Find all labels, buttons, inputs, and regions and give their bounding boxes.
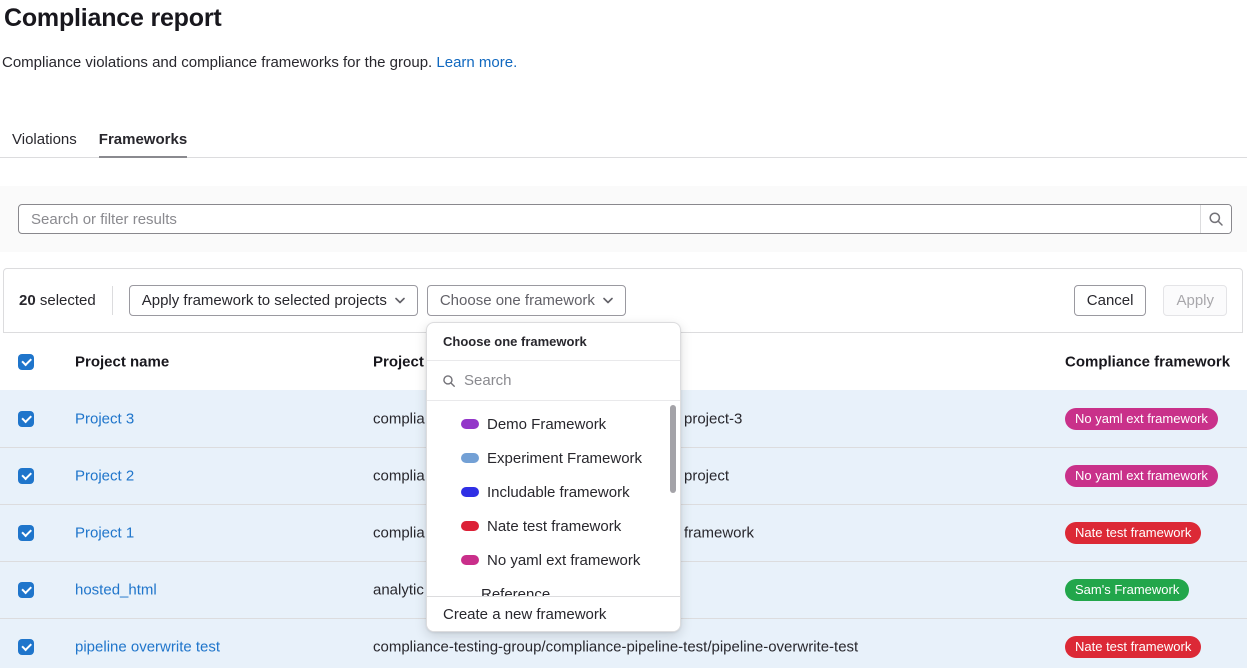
- learn-more-link[interactable]: Learn more.: [436, 54, 517, 71]
- project-path: complia: [373, 525, 425, 542]
- framework-option[interactable]: Experiment Framework: [427, 441, 680, 475]
- tab-violations[interactable]: Violations: [12, 122, 77, 158]
- framework-badge: Nate test framework: [1065, 636, 1201, 658]
- choose-framework-dropdown-panel: Choose one framework Demo Framework Expe…: [426, 322, 681, 632]
- framework-badge: Sam's Framework: [1065, 579, 1189, 601]
- framework-option-label: Nate test framework: [487, 518, 621, 535]
- framework-color-pill: [461, 487, 479, 497]
- page-title: Compliance report: [4, 4, 221, 33]
- framework-option[interactable]: Demo Framework: [427, 407, 680, 441]
- framework-search-input[interactable]: [464, 372, 665, 389]
- search-icon: [442, 374, 456, 388]
- chevron-down-icon: [603, 297, 613, 304]
- select-row-checkbox[interactable]: [18, 411, 34, 427]
- framework-list: Demo Framework Experiment Framework Incl…: [427, 401, 680, 596]
- framework-color-pill: [461, 419, 479, 429]
- cancel-button[interactable]: Cancel: [1074, 285, 1147, 316]
- project-path-end: project: [684, 468, 729, 485]
- search-icon: [1208, 211, 1224, 227]
- dropdown-header: Choose one framework: [427, 323, 680, 361]
- bulk-action-dropdown[interactable]: Apply framework to selected projects: [129, 285, 418, 316]
- select-row-checkbox[interactable]: [18, 639, 34, 655]
- framework-option-label: Experiment Framework: [487, 450, 642, 467]
- dropdown-scrollbar[interactable]: [670, 405, 676, 493]
- select-row-checkbox[interactable]: [18, 468, 34, 484]
- project-link[interactable]: Project 3: [75, 410, 134, 427]
- project-path-end: project-3: [684, 410, 742, 427]
- filter-bar: [0, 186, 1247, 252]
- framework-badge: No yaml ext framework: [1065, 465, 1218, 487]
- framework-option[interactable]: Nate test framework: [427, 509, 680, 543]
- framework-color-pill: [461, 453, 479, 463]
- report-tabs: Violations Frameworks: [0, 122, 1247, 158]
- project-link[interactable]: pipeline overwrite test: [75, 639, 220, 656]
- filter-search-group: [18, 204, 1232, 234]
- dropdown-search: [427, 361, 680, 401]
- choose-framework-dropdown-toggle[interactable]: Choose one framework: [427, 285, 626, 316]
- select-row-checkbox[interactable]: [18, 582, 34, 598]
- column-header-project-name: Project name: [75, 353, 169, 370]
- compliance-report-page: Compliance report Compliance violations …: [0, 0, 1247, 668]
- divider: [112, 286, 113, 315]
- framework-option-label: Reference: [481, 586, 550, 597]
- framework-option[interactable]: Reference: [427, 577, 680, 596]
- framework-option-label: Demo Framework: [487, 416, 606, 433]
- project-link[interactable]: Project 1: [75, 525, 134, 542]
- framework-color-pill: [461, 555, 479, 565]
- project-link[interactable]: hosted_html: [75, 582, 157, 599]
- project-link[interactable]: Project 2: [75, 468, 134, 485]
- subtitle-text: Compliance violations and compliance fra…: [2, 54, 432, 71]
- project-path: compliance-testing-group/compliance-pipe…: [373, 639, 858, 656]
- framework-option-label: Includable framework: [487, 484, 630, 501]
- tab-frameworks[interactable]: Frameworks: [99, 122, 187, 158]
- selected-count: 20 selected: [19, 292, 96, 309]
- framework-option[interactable]: Includable framework: [427, 475, 680, 509]
- chevron-down-icon: [395, 297, 405, 304]
- column-header-compliance-framework: Compliance framework: [1065, 353, 1230, 370]
- framework-badge: No yaml ext framework: [1065, 408, 1218, 430]
- framework-color-pill: [461, 521, 479, 531]
- project-path: complia: [373, 410, 425, 427]
- apply-button[interactable]: Apply: [1163, 285, 1227, 316]
- select-row-checkbox[interactable]: [18, 525, 34, 541]
- filter-search-input[interactable]: [19, 205, 1200, 233]
- search-submit-button[interactable]: [1200, 205, 1231, 233]
- framework-option[interactable]: No yaml ext framework: [427, 543, 680, 577]
- page-subtitle: Compliance violations and compliance fra…: [2, 54, 517, 71]
- framework-option-label: No yaml ext framework: [487, 552, 640, 569]
- project-path: complia: [373, 468, 425, 485]
- project-path-end: framework: [684, 525, 754, 542]
- select-all-checkbox[interactable]: [18, 354, 34, 370]
- project-path: analytic: [373, 582, 424, 599]
- bulk-action-buttons: Cancel Apply: [1074, 285, 1227, 316]
- create-framework-button[interactable]: Create a new framework: [427, 596, 680, 631]
- framework-badge: Nate test framework: [1065, 522, 1201, 544]
